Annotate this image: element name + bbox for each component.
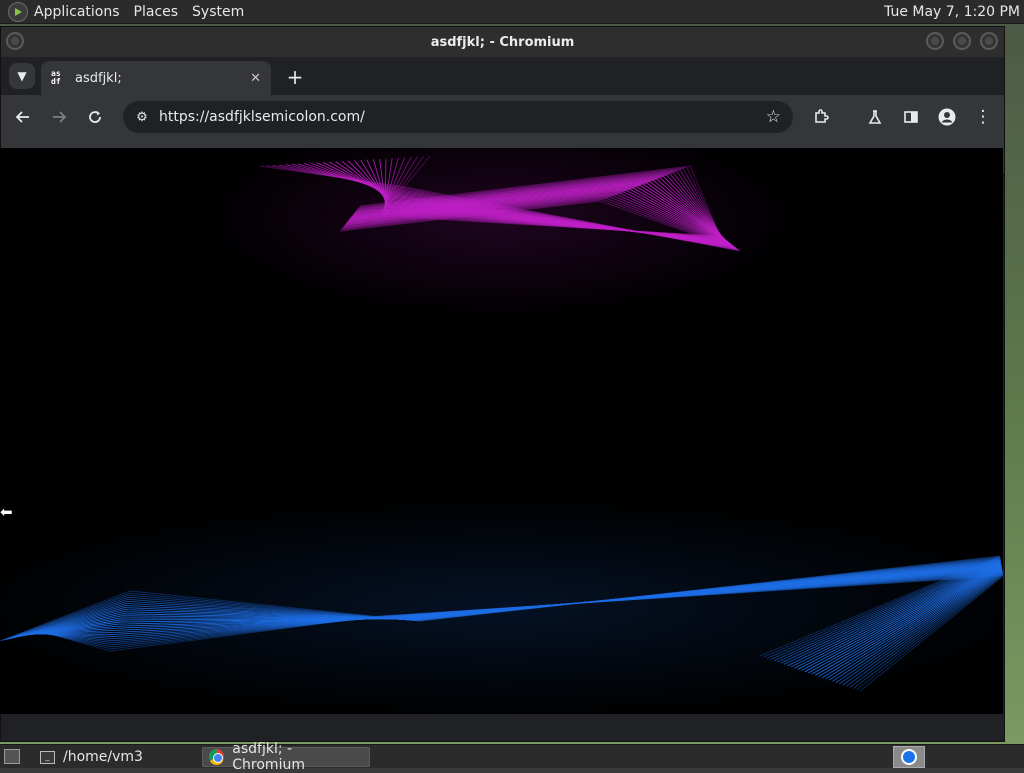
tab-search-button[interactable]: ▼ — [9, 63, 35, 89]
avatar-icon — [938, 108, 956, 126]
applications-menu[interactable]: Applications — [34, 4, 120, 20]
system-menu[interactable]: System — [192, 4, 244, 20]
browser-menu-button[interactable]: ⋮ — [971, 105, 995, 129]
page-viewport[interactable] — [0, 148, 1003, 714]
chromium-tray-icon — [901, 749, 917, 765]
plus-icon: + — [286, 65, 304, 89]
tab-strip: ▼ as df asdfjkl; ✕ + — [1, 57, 1004, 95]
close-window-button[interactable] — [980, 32, 998, 50]
arrow-right-icon — [53, 111, 67, 123]
show-desktop-icon[interactable] — [4, 749, 20, 764]
taskbar-item-label: asdfjkl; - Chromium — [232, 741, 305, 773]
forward-button[interactable] — [47, 105, 71, 129]
side-panel-button[interactable] — [899, 105, 923, 129]
arrow-left-icon — [15, 111, 29, 123]
window-menu-button[interactable] — [6, 32, 24, 50]
reload-icon — [89, 111, 101, 123]
puzzle-icon — [815, 109, 829, 123]
top-panel: Applications Places System Tue May 7, 1:… — [0, 0, 1024, 24]
site-settings-icon[interactable]: ⚙ — [131, 110, 153, 125]
workspace-switcher[interactable] — [893, 746, 925, 768]
bottom-taskbar: _ /home/vm3 asdfjkl; - Chromium — [0, 741, 1024, 773]
terminal-icon: _ — [40, 750, 55, 764]
back-button[interactable] — [11, 105, 35, 129]
window-title: asdfjkl; - Chromium — [430, 34, 575, 50]
url-text[interactable]: https://asdfjklsemicolon.com/ — [159, 109, 365, 125]
tab-asdfjkl[interactable]: as df asdfjkl; ✕ — [41, 61, 271, 95]
browser-toolbar: ⚙ https://asdfjklsemicolon.com/ ☆ ⋮ — [1, 95, 1004, 139]
window-titlebar[interactable]: asdfjkl; - Chromium — [1, 27, 1004, 57]
taskbar-item-terminal[interactable]: _ /home/vm3 — [34, 747, 149, 767]
minimize-button[interactable] — [926, 32, 944, 50]
bookmark-star-icon[interactable]: ☆ — [766, 107, 781, 127]
tab-title: asdfjkl; — [75, 70, 122, 86]
side-panel-icon — [904, 111, 918, 123]
close-tab-icon[interactable]: ✕ — [250, 71, 261, 86]
clock[interactable]: Tue May 7, 1:20 PM — [884, 4, 1020, 20]
labs-button[interactable] — [863, 105, 887, 129]
places-menu[interactable]: Places — [134, 4, 179, 20]
maximize-button[interactable] — [953, 32, 971, 50]
profile-button[interactable] — [935, 105, 959, 129]
chevron-down-icon: ▼ — [17, 69, 27, 83]
reload-button[interactable] — [83, 105, 107, 129]
flask-icon — [868, 110, 882, 124]
chromium-icon — [209, 749, 225, 765]
address-bar[interactable]: ⚙ https://asdfjklsemicolon.com/ ☆ — [123, 101, 793, 133]
mouse-cursor-icon: ⬅ — [0, 503, 13, 521]
extensions-button[interactable] — [809, 105, 833, 129]
distro-logo-icon[interactable] — [8, 1, 28, 22]
kebab-menu-icon: ⋮ — [974, 107, 992, 127]
new-tab-button[interactable]: + — [283, 65, 307, 89]
favicon-text-bottom: df — [51, 77, 61, 86]
taskbar-item-chromium[interactable]: asdfjkl; - Chromium — [202, 741, 370, 773]
line-art-canvas[interactable] — [0, 148, 1003, 714]
taskbar-item-label: /home/vm3 — [63, 749, 143, 765]
site-favicon-icon: as df — [51, 70, 67, 86]
